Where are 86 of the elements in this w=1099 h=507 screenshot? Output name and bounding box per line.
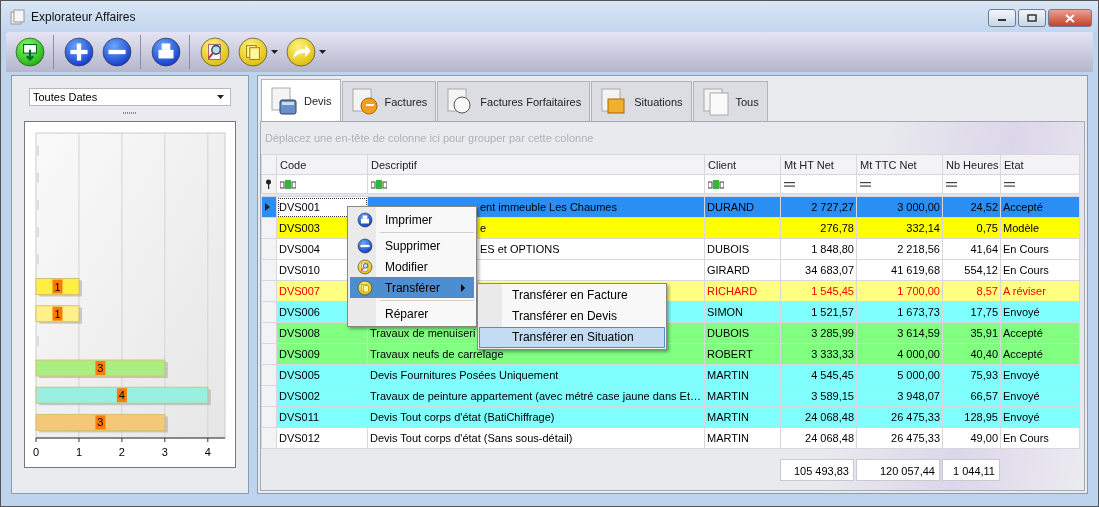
equals-filter-icon xyxy=(1004,181,1015,187)
equals-filter-icon xyxy=(946,181,957,187)
toolbar-button[interactable] xyxy=(148,35,190,69)
close-icon xyxy=(1065,13,1075,23)
documents-icon xyxy=(238,37,268,67)
calculator-icon xyxy=(270,85,298,116)
splitter-grip-icon[interactable] xyxy=(123,112,137,115)
filter-cell[interactable] xyxy=(704,174,781,194)
magnifier-icon xyxy=(357,258,373,275)
column-header[interactable]: Mt HT Net xyxy=(780,154,857,175)
documents-icon xyxy=(357,279,373,296)
tab[interactable]: Situations xyxy=(591,81,692,121)
filter-cell[interactable] xyxy=(367,174,705,194)
column-header[interactable]: Etat xyxy=(1000,154,1080,175)
window-title: Explorateur Affaires xyxy=(31,9,137,24)
value-label: 1 xyxy=(52,306,63,321)
minus-icon xyxy=(357,237,373,254)
maximize-icon xyxy=(1027,14,1037,22)
toolbar-button[interactable] xyxy=(197,35,233,69)
text-filter-icon xyxy=(708,179,724,189)
euro-document-icon xyxy=(350,86,379,117)
row-pointer-icon xyxy=(265,203,270,211)
magnifier-icon xyxy=(200,37,230,67)
menu-item[interactable]: Transférer en Situation xyxy=(479,327,665,348)
column-header[interactable]: Descriptif xyxy=(367,154,705,175)
table-cell: Travaux de peinture appartement (avec métré case jaune dans Et… xyxy=(367,385,705,407)
text-filter-icon xyxy=(280,179,296,189)
date-dropdown[interactable]: Toutes Dates xyxy=(29,88,231,106)
minimize-button[interactable] xyxy=(988,9,1016,27)
filter-cell[interactable] xyxy=(856,174,943,194)
caret-icon xyxy=(319,50,326,54)
table-cell: 3 000,00 xyxy=(856,196,943,218)
toolbar-button[interactable] xyxy=(61,35,97,69)
equals-filter-icon xyxy=(784,181,795,187)
toolbar-button[interactable] xyxy=(99,35,141,69)
value-label: 4 xyxy=(116,388,127,403)
menu-item[interactable]: Transférer en Facture xyxy=(479,285,665,306)
filter-cell[interactable] xyxy=(942,174,1001,194)
printer-icon xyxy=(357,211,373,228)
summary-cell: 105 493,83 xyxy=(780,459,854,481)
submenu-arrow-icon xyxy=(461,283,465,292)
equals-filter-icon xyxy=(860,181,871,187)
tab[interactable]: Devis xyxy=(261,79,341,121)
minus-icon xyxy=(102,37,132,67)
axis-tick-label: 1 xyxy=(75,446,82,458)
table-cell: Devis Tout corps d'état (BatiChiffrage) xyxy=(367,406,705,428)
value-label: 1 xyxy=(52,279,63,294)
filter-cell[interactable] xyxy=(1000,174,1080,194)
export-icon xyxy=(15,37,45,67)
caret-icon xyxy=(217,95,224,99)
filter-cell[interactable] xyxy=(276,174,368,194)
text-filter-icon xyxy=(371,179,387,189)
axis-tick-label: 3 xyxy=(161,446,168,458)
axis-tick-label: 4 xyxy=(204,446,211,458)
summary-cell: 120 057,44 xyxy=(856,459,940,481)
table-cell: 2 727,27 xyxy=(780,196,857,218)
caret-icon xyxy=(271,50,278,54)
tab[interactable]: Factures Forfaitaires xyxy=(437,81,591,121)
axis-tick-label: 0 xyxy=(32,446,40,458)
maximize-button[interactable] xyxy=(1018,9,1046,27)
column-header[interactable]: Nb Heures xyxy=(942,154,1001,175)
tab[interactable]: Factures xyxy=(341,81,437,121)
axis-tick-label: 2 xyxy=(118,446,125,458)
toolbar-button[interactable] xyxy=(283,35,329,69)
tab[interactable]: Tous xyxy=(692,81,768,121)
printer-icon xyxy=(151,37,181,67)
value-label: 3 xyxy=(95,361,106,376)
documents-icon xyxy=(701,86,730,117)
table-cell: 24,52 xyxy=(942,196,1001,218)
column-header[interactable]: Code xyxy=(276,154,368,175)
table-cell: Devis Fournitures Posées Uniquement xyxy=(367,364,705,386)
table-cell: Devis Tout corps d'état (Sans sous-détail) xyxy=(367,427,705,449)
table-cell: Accepté xyxy=(1000,196,1080,218)
summary-cell: 1 044,11 xyxy=(942,459,1000,481)
plus-icon xyxy=(64,37,94,67)
app-icon xyxy=(9,8,25,25)
toolbar-button[interactable] xyxy=(12,35,54,69)
column-header[interactable]: Mt TTC Net xyxy=(856,154,943,175)
pin-icon xyxy=(265,179,272,189)
close-button[interactable] xyxy=(1048,9,1092,27)
table-cell: DURAND xyxy=(704,196,781,218)
filter-cell[interactable] xyxy=(780,174,857,194)
menu-item[interactable]: Transférer xyxy=(350,277,474,303)
value-label: 3 xyxy=(95,415,106,430)
toolbar-button[interactable] xyxy=(235,35,281,69)
column-header[interactable]: Client xyxy=(704,154,781,175)
